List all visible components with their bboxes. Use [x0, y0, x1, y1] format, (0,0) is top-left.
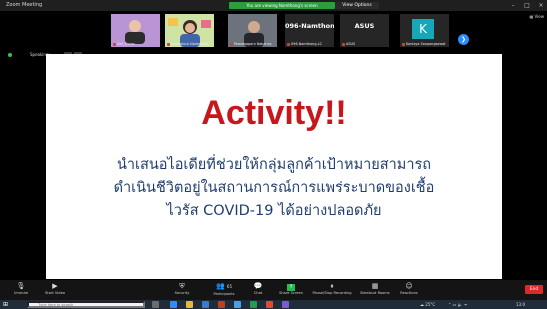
- participant-tile[interactable]: ASUS ASUS: [340, 14, 389, 47]
- task-view-icon[interactable]: [152, 301, 159, 308]
- windows-taskbar: ⊞ ☁ 25°C ⌃ ▭ 🔈 ᯤ 13:0: [0, 300, 547, 309]
- store-icon[interactable]: [202, 301, 209, 308]
- start-video-button[interactable]: ▶ Start Video: [38, 281, 72, 299]
- participant-display-name: 096-Namthong...: [285, 22, 334, 30]
- view-button[interactable]: ▦ View: [529, 14, 544, 19]
- meeting-toolbar: 🎙 Unmute ▶ Start Video ⛨ Security 👥 65 P…: [0, 280, 547, 300]
- participant-name: 096-Namthong-LC: [287, 42, 322, 46]
- slide-line: ไวรัส COVID-19 ได้อย่างปลอดภัย: [166, 203, 382, 219]
- breakout-rooms-icon: ▦: [371, 282, 379, 290]
- slide-line: ดำเนินชีวิตอยู่ในสถานการณ์การแพร่ระบาดขอ…: [113, 180, 435, 196]
- pause-icon: ⏸: [330, 282, 334, 290]
- maximize-icon[interactable]: □: [522, 1, 532, 10]
- slide-body: นำเสนอไอเดียที่ช่วยให้กลุ่มลูกค้าเป้าหมา…: [46, 154, 502, 223]
- weather-status[interactable]: ☁ 25°C: [420, 301, 435, 308]
- end-meeting-button[interactable]: End: [525, 285, 543, 294]
- view-options-button[interactable]: View Options: [335, 2, 379, 9]
- file-explorer-icon[interactable]: [186, 301, 193, 308]
- shared-screen-slide: Activity!! นำเสนอไอเดียที่ช่วยให้กลุ่มลู…: [46, 54, 502, 279]
- close-icon[interactable]: ×: [536, 1, 546, 10]
- participant-gallery: Daf_Floren Saowaluck Nantaboot Pewatsapo…: [0, 11, 547, 49]
- windows-start-icon[interactable]: ⊞: [3, 302, 8, 308]
- share-screen-button[interactable]: ↑ Share Screen: [274, 281, 308, 299]
- participants-button[interactable]: 👥 65 Participants: [206, 281, 242, 299]
- tray-icons[interactable]: ⌃ ▭ 🔈 ᯤ: [448, 301, 468, 308]
- slide-line: นำเสนอไอเดียที่ช่วยให้กลุ่มลูกค้าเป้าหมา…: [116, 157, 432, 173]
- participant-tile[interactable]: Pewatsaporn Nakanay: [228, 14, 277, 47]
- status-dot-icon: [8, 53, 12, 57]
- avatar: K: [412, 19, 434, 39]
- pause-recording-button[interactable]: ⏸ Pause/Stop Recording: [310, 281, 354, 299]
- participant-display-name: ASUS: [354, 22, 375, 30]
- app-title: Zoom Meeting: [6, 2, 43, 8]
- shield-icon: ⛨: [179, 282, 185, 290]
- chat-icon: 💬: [253, 282, 263, 290]
- unmute-button[interactable]: 🎙 Unmute: [6, 281, 36, 299]
- title-bar: Zoom Meeting You are viewing Namthong's …: [0, 0, 547, 11]
- teams-icon[interactable]: [282, 301, 289, 308]
- chrome-icon[interactable]: [266, 301, 273, 308]
- next-page-arrow-icon[interactable]: ❯: [458, 34, 469, 45]
- participant-tile[interactable]: Daf_Floren: [111, 14, 160, 47]
- powerpoint-icon[interactable]: [218, 301, 225, 308]
- share-screen-icon: ↑: [287, 284, 295, 291]
- zoom-icon[interactable]: [234, 301, 241, 308]
- microphone-muted-icon: 🎙: [16, 282, 26, 290]
- chat-button[interactable]: 💬 Chat: [248, 281, 268, 299]
- participant-name: Daf_Floren: [113, 42, 135, 46]
- smiley-icon: ☺: [405, 282, 413, 290]
- participants-icon: 👥 65: [215, 282, 233, 290]
- participant-name: Kanlaya Sanpongsawat: [402, 42, 446, 46]
- clock[interactable]: 13:0: [516, 301, 525, 308]
- participant-name: Saowaluck Nantaboot: [167, 42, 208, 46]
- share-banner: You are viewing Namthong's screen: [229, 2, 335, 9]
- participant-tile[interactable]: Saowaluck Nantaboot: [165, 14, 214, 47]
- security-button[interactable]: ⛨ Security: [168, 281, 196, 299]
- breakout-rooms-button[interactable]: ▦ Breakout Rooms: [356, 281, 394, 299]
- participant-name: ASUS: [342, 42, 355, 46]
- participant-tile[interactable]: 096-Namthong... 096-Namthong-LC: [285, 14, 334, 47]
- slide-title: Activity!!: [201, 94, 347, 132]
- video-off-icon: ▶: [52, 282, 58, 290]
- taskbar-search-input[interactable]: [27, 301, 145, 308]
- participant-tile[interactable]: K Kanlaya Sanpongsawat: [400, 14, 449, 47]
- line-icon[interactable]: [250, 301, 257, 308]
- reactions-button[interactable]: ☺ Reactions: [396, 281, 422, 299]
- edge-icon[interactable]: [170, 301, 177, 308]
- participant-name: Pewatsaporn Nakanay: [230, 42, 272, 46]
- minimize-icon[interactable]: –: [508, 1, 518, 10]
